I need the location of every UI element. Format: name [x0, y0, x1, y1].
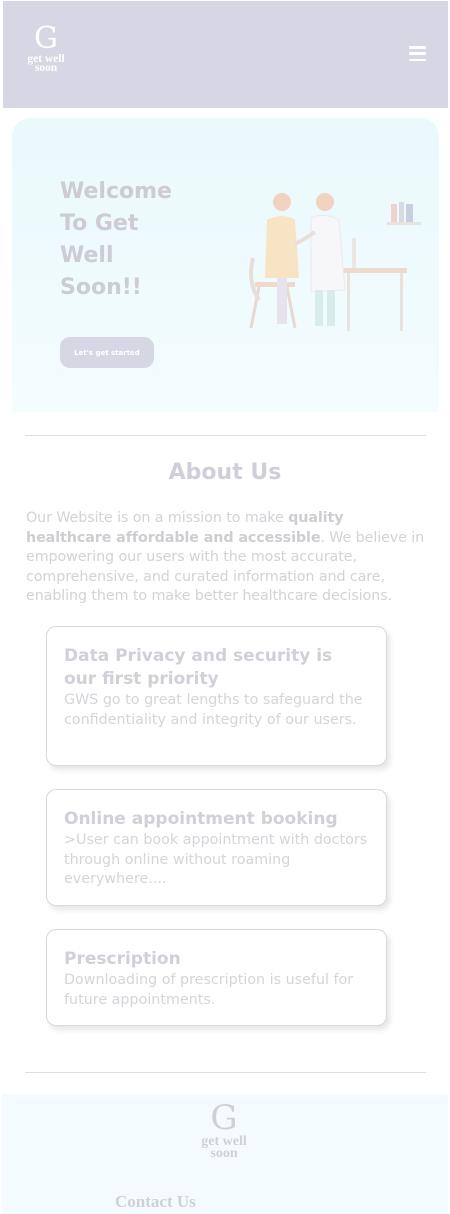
doctor-patient-illustration [249, 193, 421, 331]
footer: G get well soon Contact Us [2, 1094, 448, 1214]
shelf [387, 222, 421, 225]
doctor-head [316, 193, 334, 211]
hero-title-line: Welcome [60, 179, 172, 204]
about-title: About Us [168, 460, 282, 485]
bottle [399, 202, 404, 222]
hero-title-line: Soon!! [60, 275, 142, 300]
desk-leg [400, 273, 403, 331]
chair-seat [255, 282, 295, 287]
card-text: Downloading of prescription is useful fo… [64, 972, 354, 1008]
feature-card-appointment: Online appointment booking >User can boo… [46, 789, 387, 906]
patient-body [265, 216, 299, 278]
logo-text-line2: soon [34, 62, 58, 74]
feature-card-privacy: Data Privacy and security is our first p… [46, 626, 387, 766]
hero-section: Welcome To Get Well Soon!! Let's get sta… [12, 118, 439, 412]
top-navbar: G get well soon [3, 1, 448, 108]
menu-bar [409, 58, 426, 62]
patient-leg [277, 278, 287, 324]
card-title: Data Privacy and security is our first p… [64, 646, 333, 689]
hero-title-line: To Get [60, 211, 139, 236]
feature-card-prescription: Prescription Downloading of prescription… [46, 929, 387, 1026]
hero-title-line: Well [60, 243, 114, 268]
doctor-leg [315, 290, 323, 326]
desk-leg [347, 273, 350, 331]
get-started-button[interactable]: Let's get started [60, 337, 154, 368]
logo-letter: G [34, 21, 58, 56]
card-title: Prescription [64, 949, 181, 969]
hamburger-menu-icon[interactable] [409, 46, 426, 62]
menu-bar [409, 52, 426, 55]
doctor-coat [310, 214, 346, 293]
footer-logo-text-line2: soon [210, 1146, 238, 1161]
about-text-start: Our Website is on a mission to make [26, 510, 289, 526]
card-text: GWS go to great lengths to safeguard the… [64, 692, 363, 728]
patient-head [273, 193, 291, 211]
card-title: Online appointment booking [64, 809, 338, 829]
doctor-leg [327, 290, 335, 326]
bottle [406, 204, 413, 222]
contact-heading: Contact Us [115, 1192, 196, 1211]
card-text: >User can book appointment with doctors … [64, 832, 368, 887]
hero-title: Welcome To Get Well Soon!! [60, 176, 180, 304]
bottle [391, 204, 397, 222]
footer-logo[interactable]: G get well soon [192, 1098, 256, 1161]
desk-top [342, 268, 407, 273]
lamp [352, 238, 356, 268]
footer-logo-letter: G [210, 1098, 238, 1138]
section-divider [25, 1072, 426, 1073]
menu-bar [409, 46, 426, 49]
about-description: Our Website is on a mission to make qual… [26, 509, 426, 607]
section-divider [25, 435, 426, 436]
brand-logo[interactable]: G get well soon [20, 21, 72, 74]
